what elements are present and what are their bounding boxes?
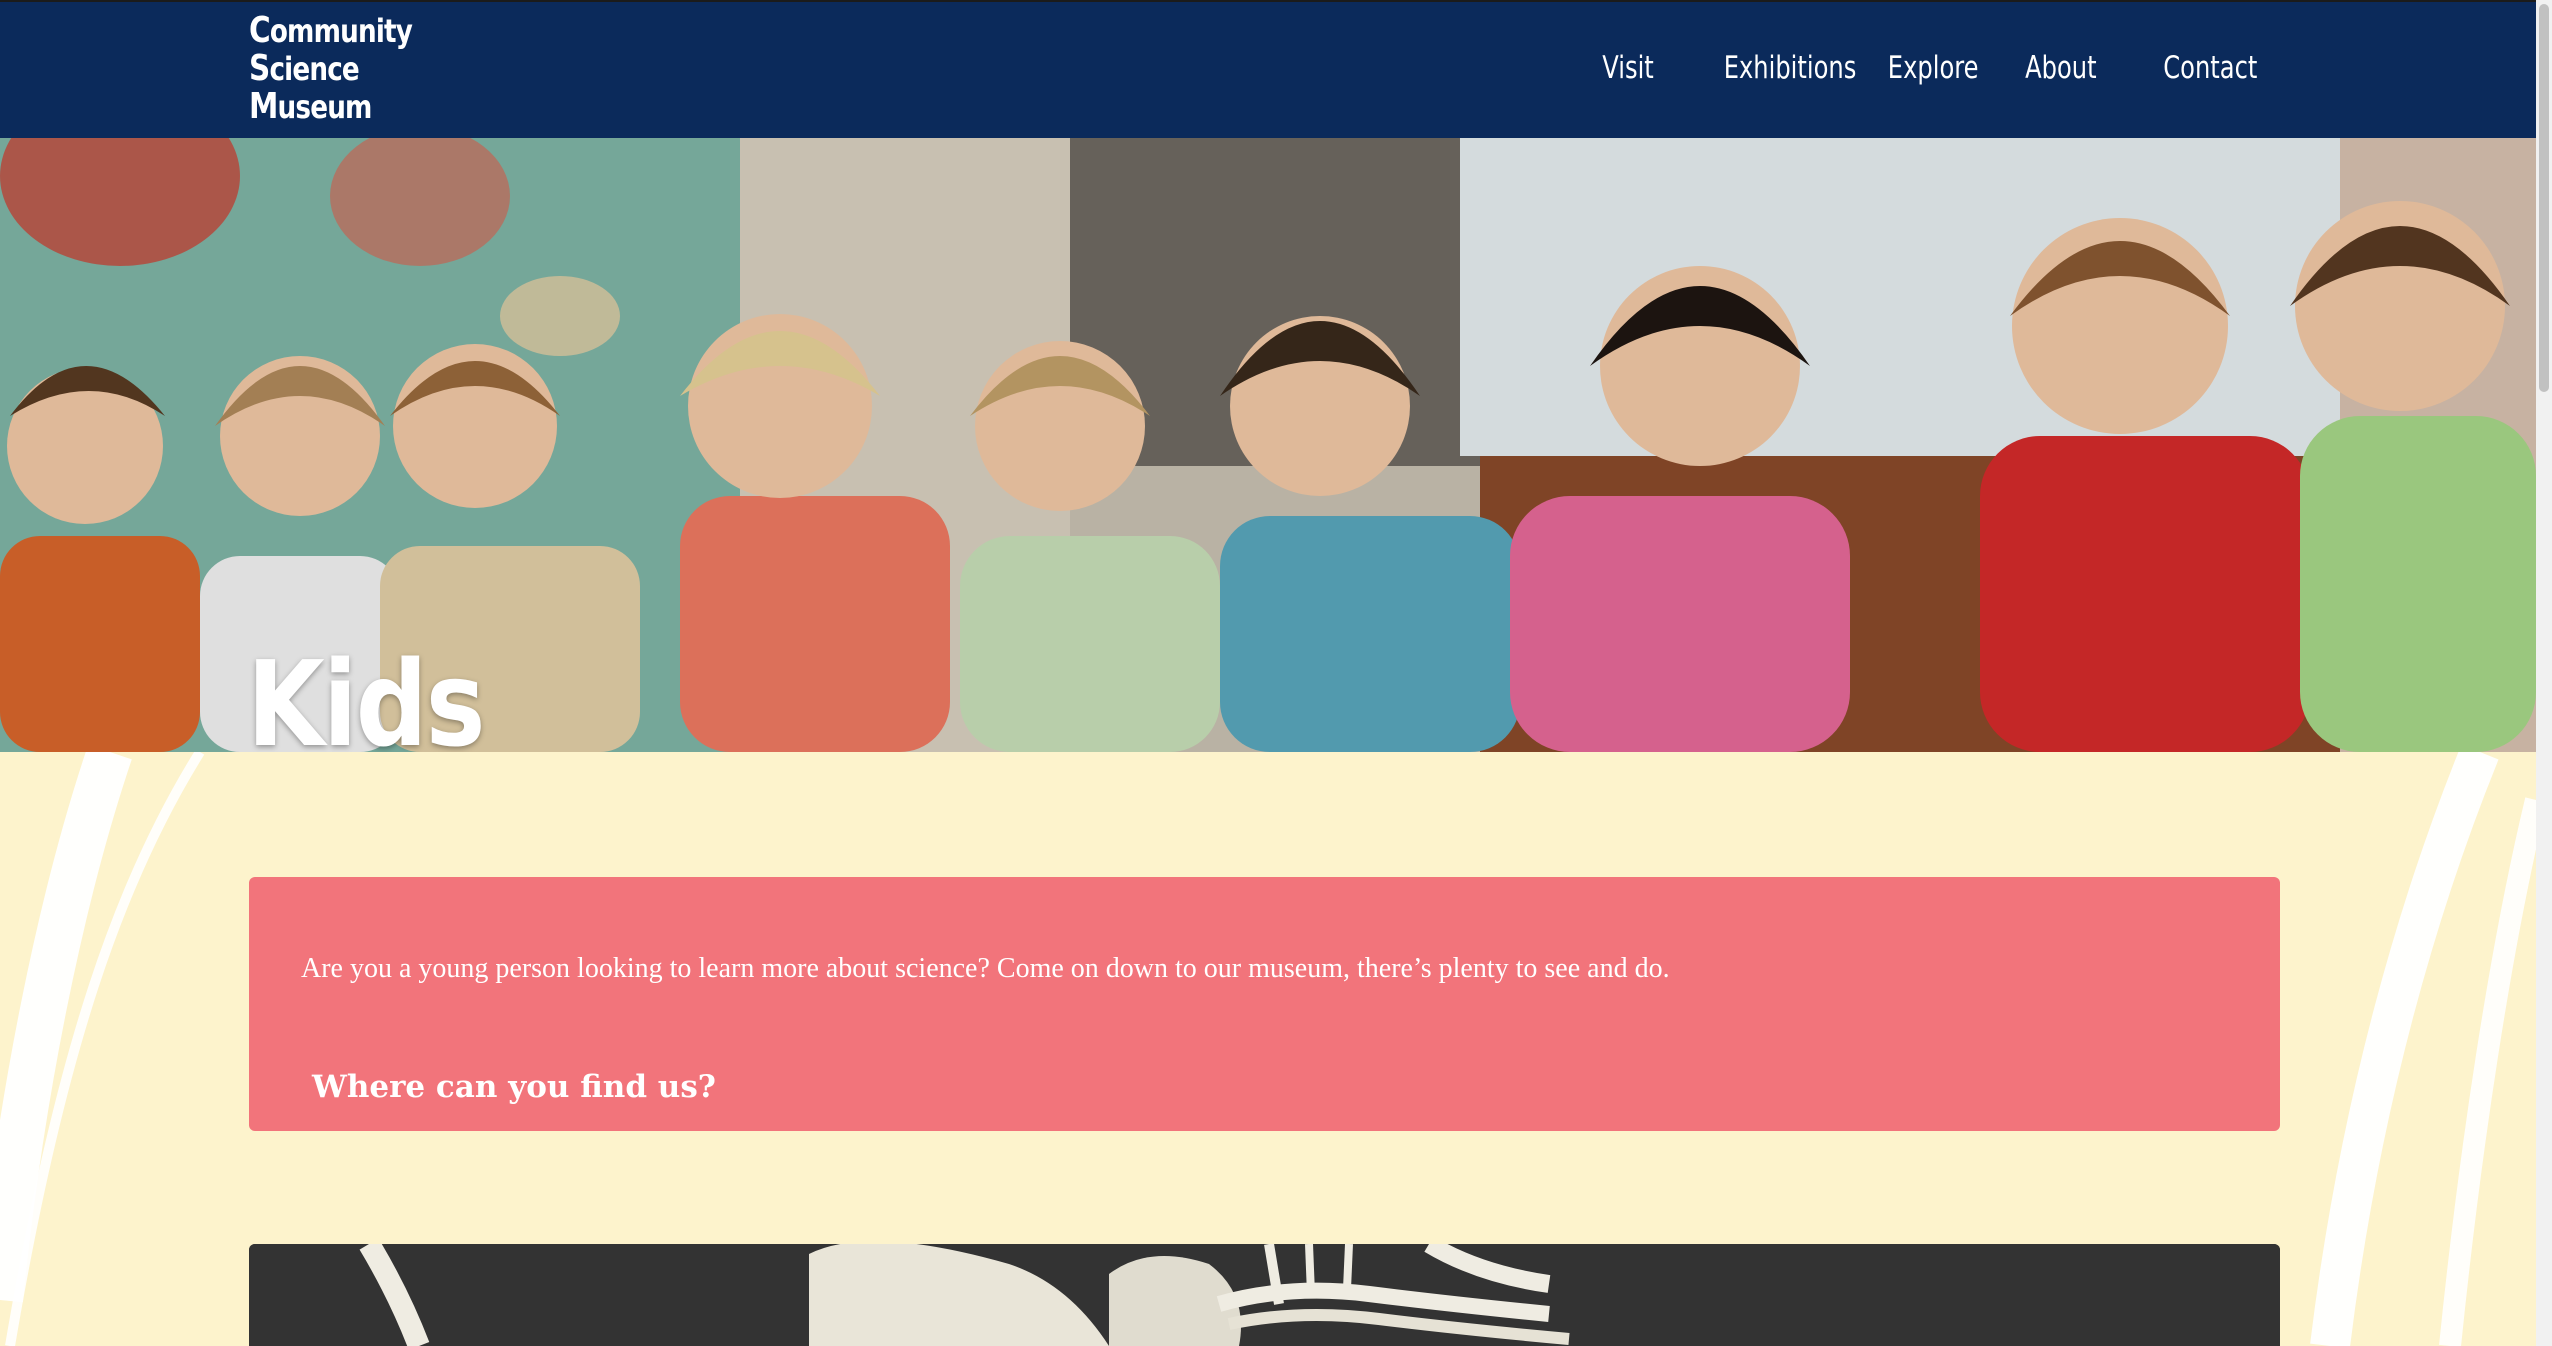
page-title: Kids (247, 635, 486, 752)
scrollbar-thumb[interactable] (2539, 4, 2549, 392)
intro-text: Are you a young person looking to learn … (301, 953, 1670, 984)
nav-link-exhibitions[interactable]: Exhibitions (1724, 50, 1857, 86)
page-scrollbar[interactable] (2536, 0, 2552, 1346)
dinosaur-skeleton-image (249, 1244, 2280, 1346)
nav-link-about[interactable]: About (2025, 50, 2096, 86)
logo-text: cience (269, 50, 359, 88)
logo-text: ommunity (269, 12, 413, 50)
nav-link-explore[interactable]: Explore (1888, 50, 1979, 86)
nav-link-visit[interactable]: Visit (1602, 50, 1654, 86)
find-us-heading: Where can you find us? (312, 1069, 716, 1105)
logo-letter: S (249, 48, 270, 89)
hero-banner: Kids (0, 136, 2536, 752)
page: Community Science Museum Visit Exhibitio… (0, 0, 2552, 1346)
nav-link-contact[interactable]: Contact (2163, 50, 2257, 86)
intro-card: Are you a young person looking to learn … (249, 877, 2280, 1131)
logo-letter: M (249, 86, 278, 127)
dinosaur-skeleton-photo (249, 1244, 2280, 1346)
logo-text: useum (277, 88, 373, 126)
site-header: Community Science Museum Visit Exhibitio… (0, 0, 2536, 138)
site-logo[interactable]: Community Science Museum (249, 10, 413, 127)
logo-letter: C (249, 10, 271, 51)
